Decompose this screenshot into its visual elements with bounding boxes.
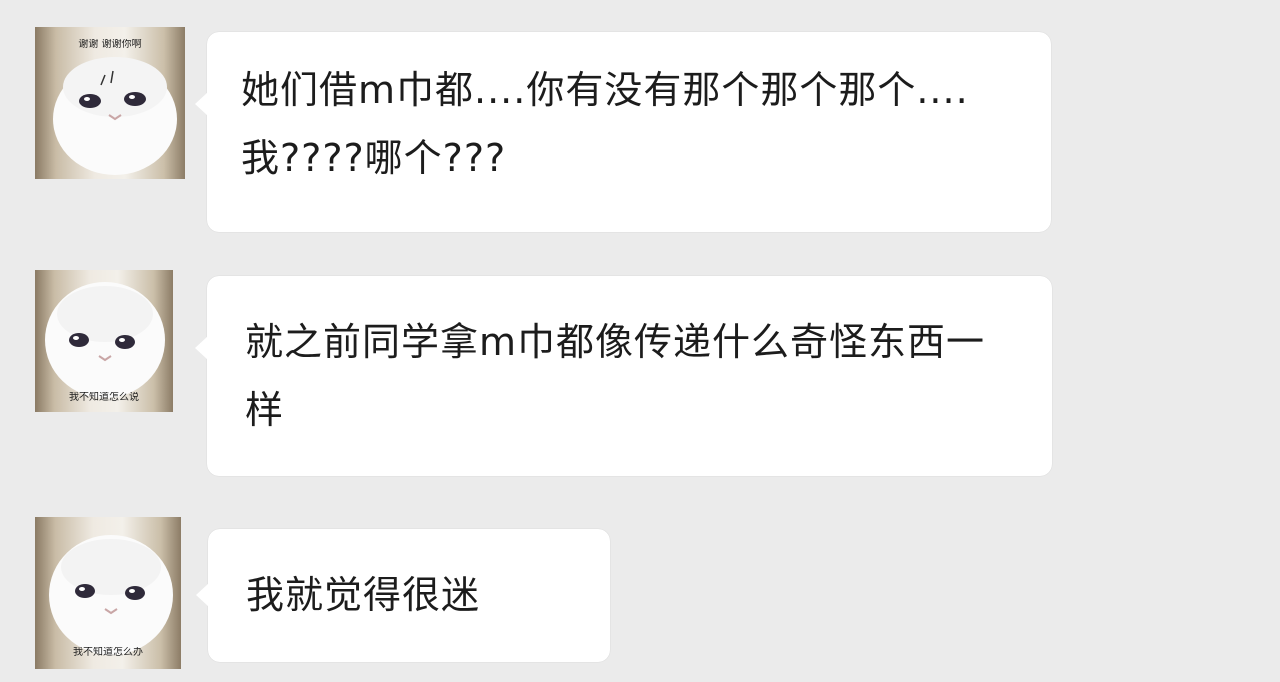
message-text: 她们借m巾都....你有没有那个那个那个....我????哪个??? — [241, 68, 969, 180]
cat-avatar-icon — [45, 282, 165, 398]
bubble-tail — [195, 92, 208, 116]
avatar[interactable]: 我不知道怎么说 — [35, 270, 173, 412]
message-text: 就之前同学拿m巾都像传递什么奇怪东西一样 — [245, 320, 986, 432]
avatar-caption: 我不知道怎么办 — [73, 647, 143, 658]
message-bubble[interactable]: 就之前同学拿m巾都像传递什么奇怪东西一样 — [195, 276, 1052, 476]
avatar-caption: 我不知道怎么说 — [69, 392, 139, 403]
bubble-tail — [195, 336, 208, 360]
message-bubble[interactable]: 我就觉得很迷 — [196, 529, 610, 662]
avatar[interactable]: 我不知道怎么办 — [35, 517, 181, 669]
message-text: 我就觉得很迷 — [246, 573, 481, 617]
avatar[interactable]: 谢谢 谢谢你啊 — [35, 27, 185, 179]
avatar-caption: 谢谢 谢谢你啊 — [78, 39, 142, 50]
message-bubble[interactable]: 她们借m巾都....你有没有那个那个那个....我????哪个??? — [195, 32, 1051, 232]
bubble-tail — [196, 583, 209, 607]
